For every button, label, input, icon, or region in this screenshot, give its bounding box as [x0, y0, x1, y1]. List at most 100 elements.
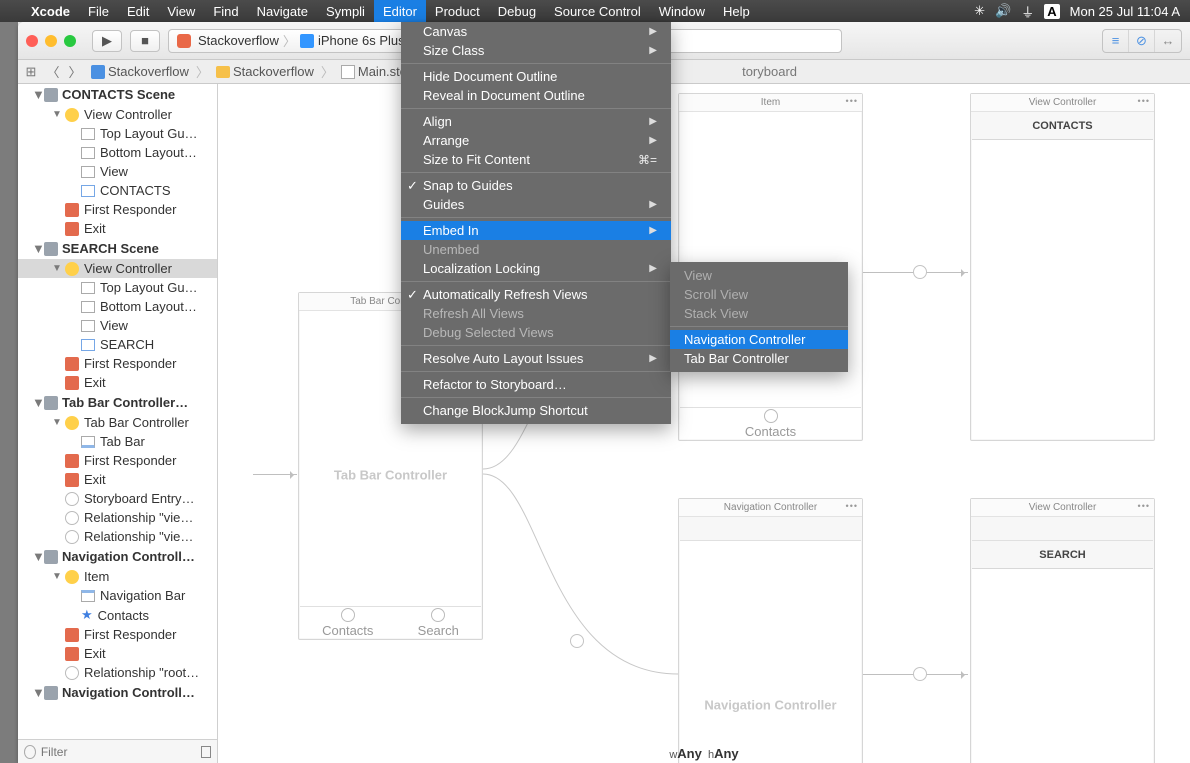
back-icon[interactable]: 〈: [44, 62, 62, 81]
menu-item[interactable]: Refactor to Storyboard…: [401, 375, 671, 394]
size-class-indicator[interactable]: wAny hAny: [669, 746, 738, 761]
speaker-icon[interactable]: 🔊: [995, 3, 1011, 19]
run-button[interactable]: ▶: [92, 30, 122, 52]
outline-group[interactable]: ▼Tab Bar Controller…: [18, 392, 217, 413]
menubar-app[interactable]: Xcode: [22, 0, 79, 22]
menubar-item-sympli[interactable]: Sympli: [317, 0, 374, 22]
segue-icon[interactable]: [913, 265, 927, 279]
menubar-item-navigate[interactable]: Navigate: [248, 0, 317, 22]
menu-item[interactable]: Reveal in Document Outline: [401, 86, 671, 105]
outline-group[interactable]: ▼Navigation Controll…: [18, 546, 217, 567]
editor-menu[interactable]: Canvas▶Size Class▶Hide Document OutlineR…: [401, 22, 671, 424]
outline-row[interactable]: Exit: [18, 470, 217, 489]
outline-row[interactable]: Storyboard Entry…: [18, 489, 217, 508]
embed-in-submenu[interactable]: ViewScroll ViewStack ViewNavigation Cont…: [670, 262, 848, 372]
menu-item[interactable]: Guides▶: [401, 195, 671, 214]
outline-row[interactable]: First Responder: [18, 451, 217, 470]
menu-item[interactable]: Size Class▶: [401, 41, 671, 60]
menubar-item-source-control[interactable]: Source Control: [545, 0, 650, 22]
menubar-item-debug[interactable]: Debug: [489, 0, 545, 22]
menu-item[interactable]: Change BlockJump Shortcut: [401, 401, 671, 420]
scene-menu-icon[interactable]: •••: [846, 96, 858, 106]
filter-input[interactable]: [41, 745, 196, 759]
zoom-icon[interactable]: [64, 35, 76, 47]
scene-navcontroller-bottom[interactable]: Navigation Controller ••• Navigation Con…: [678, 498, 863, 763]
close-icon[interactable]: [26, 35, 38, 47]
menu-item[interactable]: Align▶: [401, 112, 671, 131]
outline-row[interactable]: View: [18, 316, 217, 335]
outline-row[interactable]: Relationship "root…: [18, 663, 217, 682]
outline-row[interactable]: First Responder: [18, 200, 217, 219]
outline-row[interactable]: Relationship "vie…: [18, 508, 217, 527]
crumb-project[interactable]: Stackoverflow: [108, 64, 189, 79]
menu-item[interactable]: Localization Locking▶: [401, 259, 671, 278]
menubar-item-window[interactable]: Window: [650, 0, 714, 22]
dock[interactable]: [0, 22, 18, 763]
scene-vc-contacts[interactable]: View Controller ••• CONTACTS: [970, 93, 1155, 441]
menubar-item-find[interactable]: Find: [204, 0, 247, 22]
stop-button[interactable]: ■: [130, 30, 160, 52]
outline-row[interactable]: ★Contacts: [18, 605, 217, 625]
outline-row[interactable]: ▼View Controller: [18, 259, 217, 278]
menubar-item-view[interactable]: View: [158, 0, 204, 22]
menu-item[interactable]: ✓Automatically Refresh Views: [401, 285, 671, 304]
segue-icon[interactable]: [570, 634, 584, 648]
outline-row[interactable]: Bottom Layout…: [18, 297, 217, 316]
menubar-item-help[interactable]: Help: [714, 0, 759, 22]
menubar-item-edit[interactable]: Edit: [118, 0, 158, 22]
status-icon[interactable]: ✳︎: [974, 3, 985, 19]
outline-row[interactable]: Tab Bar: [18, 432, 217, 451]
scene-menu-icon[interactable]: •••: [1138, 96, 1150, 106]
editor-mode-segment[interactable]: ≡⊘↔: [1102, 29, 1182, 53]
scene-menu-icon[interactable]: •••: [1138, 501, 1150, 511]
forward-icon[interactable]: 〉: [66, 62, 84, 81]
outline-group[interactable]: ▼Navigation Controll…: [18, 682, 217, 703]
outline-row[interactable]: View: [18, 162, 217, 181]
wifi-icon[interactable]: ⏚: [1021, 2, 1034, 21]
outline-row[interactable]: ▼Tab Bar Controller: [18, 413, 217, 432]
outline-row[interactable]: Bottom Layout…: [18, 143, 217, 162]
segue-icon[interactable]: [913, 667, 927, 681]
outline-toggle-icon[interactable]: [201, 746, 211, 758]
outline-row[interactable]: ▼View Controller: [18, 105, 217, 124]
outline-row[interactable]: SEARCH: [18, 335, 217, 354]
scene-menu-icon[interactable]: •••: [846, 501, 858, 511]
scene-vc-search[interactable]: View Controller ••• SEARCH: [970, 498, 1155, 763]
menubar-clock[interactable]: Mon 25 Jul 11:04 A: [1070, 4, 1180, 19]
outline-row[interactable]: First Responder: [18, 354, 217, 373]
menu-item[interactable]: Hide Document Outline: [401, 67, 671, 86]
outline-row[interactable]: Exit: [18, 644, 217, 663]
outline-row[interactable]: Exit: [18, 373, 217, 392]
outline-row[interactable]: Exit: [18, 219, 217, 238]
outline-row[interactable]: Top Layout Gu…: [18, 278, 217, 297]
menu-item[interactable]: Canvas▶: [401, 22, 671, 41]
menu-item[interactable]: Resolve Auto Layout Issues▶: [401, 349, 671, 368]
crumb-folder[interactable]: Stackoverflow: [233, 64, 314, 79]
submenu-item[interactable]: Tab Bar Controller: [670, 349, 848, 368]
storyboard-canvas[interactable]: Tab Bar Controller ••• Tab Bar Controlle…: [218, 84, 1190, 763]
menu-item[interactable]: ✓Snap to Guides: [401, 176, 671, 195]
outline-row[interactable]: CONTACTS: [18, 181, 217, 200]
outline-group[interactable]: ▼SEARCH Scene: [18, 238, 217, 259]
outline-group[interactable]: ▼CONTACTS Scene: [18, 84, 217, 105]
vw-icon: [81, 166, 95, 178]
minimize-icon[interactable]: [45, 35, 57, 47]
menu-item[interactable]: Arrange▶: [401, 131, 671, 150]
menubar-item-product[interactable]: Product: [426, 0, 489, 22]
menu-item[interactable]: Embed In▶: [401, 221, 671, 240]
itm-icon: [65, 570, 79, 584]
keyboard-layout[interactable]: A: [1044, 4, 1059, 19]
menubar-item-file[interactable]: File: [79, 0, 118, 22]
outline-row[interactable]: Top Layout Gu…: [18, 124, 217, 143]
menubar-item-editor[interactable]: Editor: [374, 0, 426, 22]
related-items-icon[interactable]: ⊞: [22, 64, 40, 80]
outline-row[interactable]: Relationship "vie…: [18, 527, 217, 546]
menu-item[interactable]: Size to Fit Content⌘=: [401, 150, 671, 169]
outline-row[interactable]: ▼Item: [18, 567, 217, 586]
filter-icon[interactable]: [24, 745, 36, 759]
submenu-item[interactable]: Navigation Controller: [670, 330, 848, 349]
vc-header-label: CONTACTS: [972, 112, 1153, 140]
scheme-selector[interactable]: Stackoverflow 〉 iPhone 6s Plus: [168, 29, 414, 53]
outline-row[interactable]: Navigation Bar: [18, 586, 217, 605]
outline-row[interactable]: First Responder: [18, 625, 217, 644]
